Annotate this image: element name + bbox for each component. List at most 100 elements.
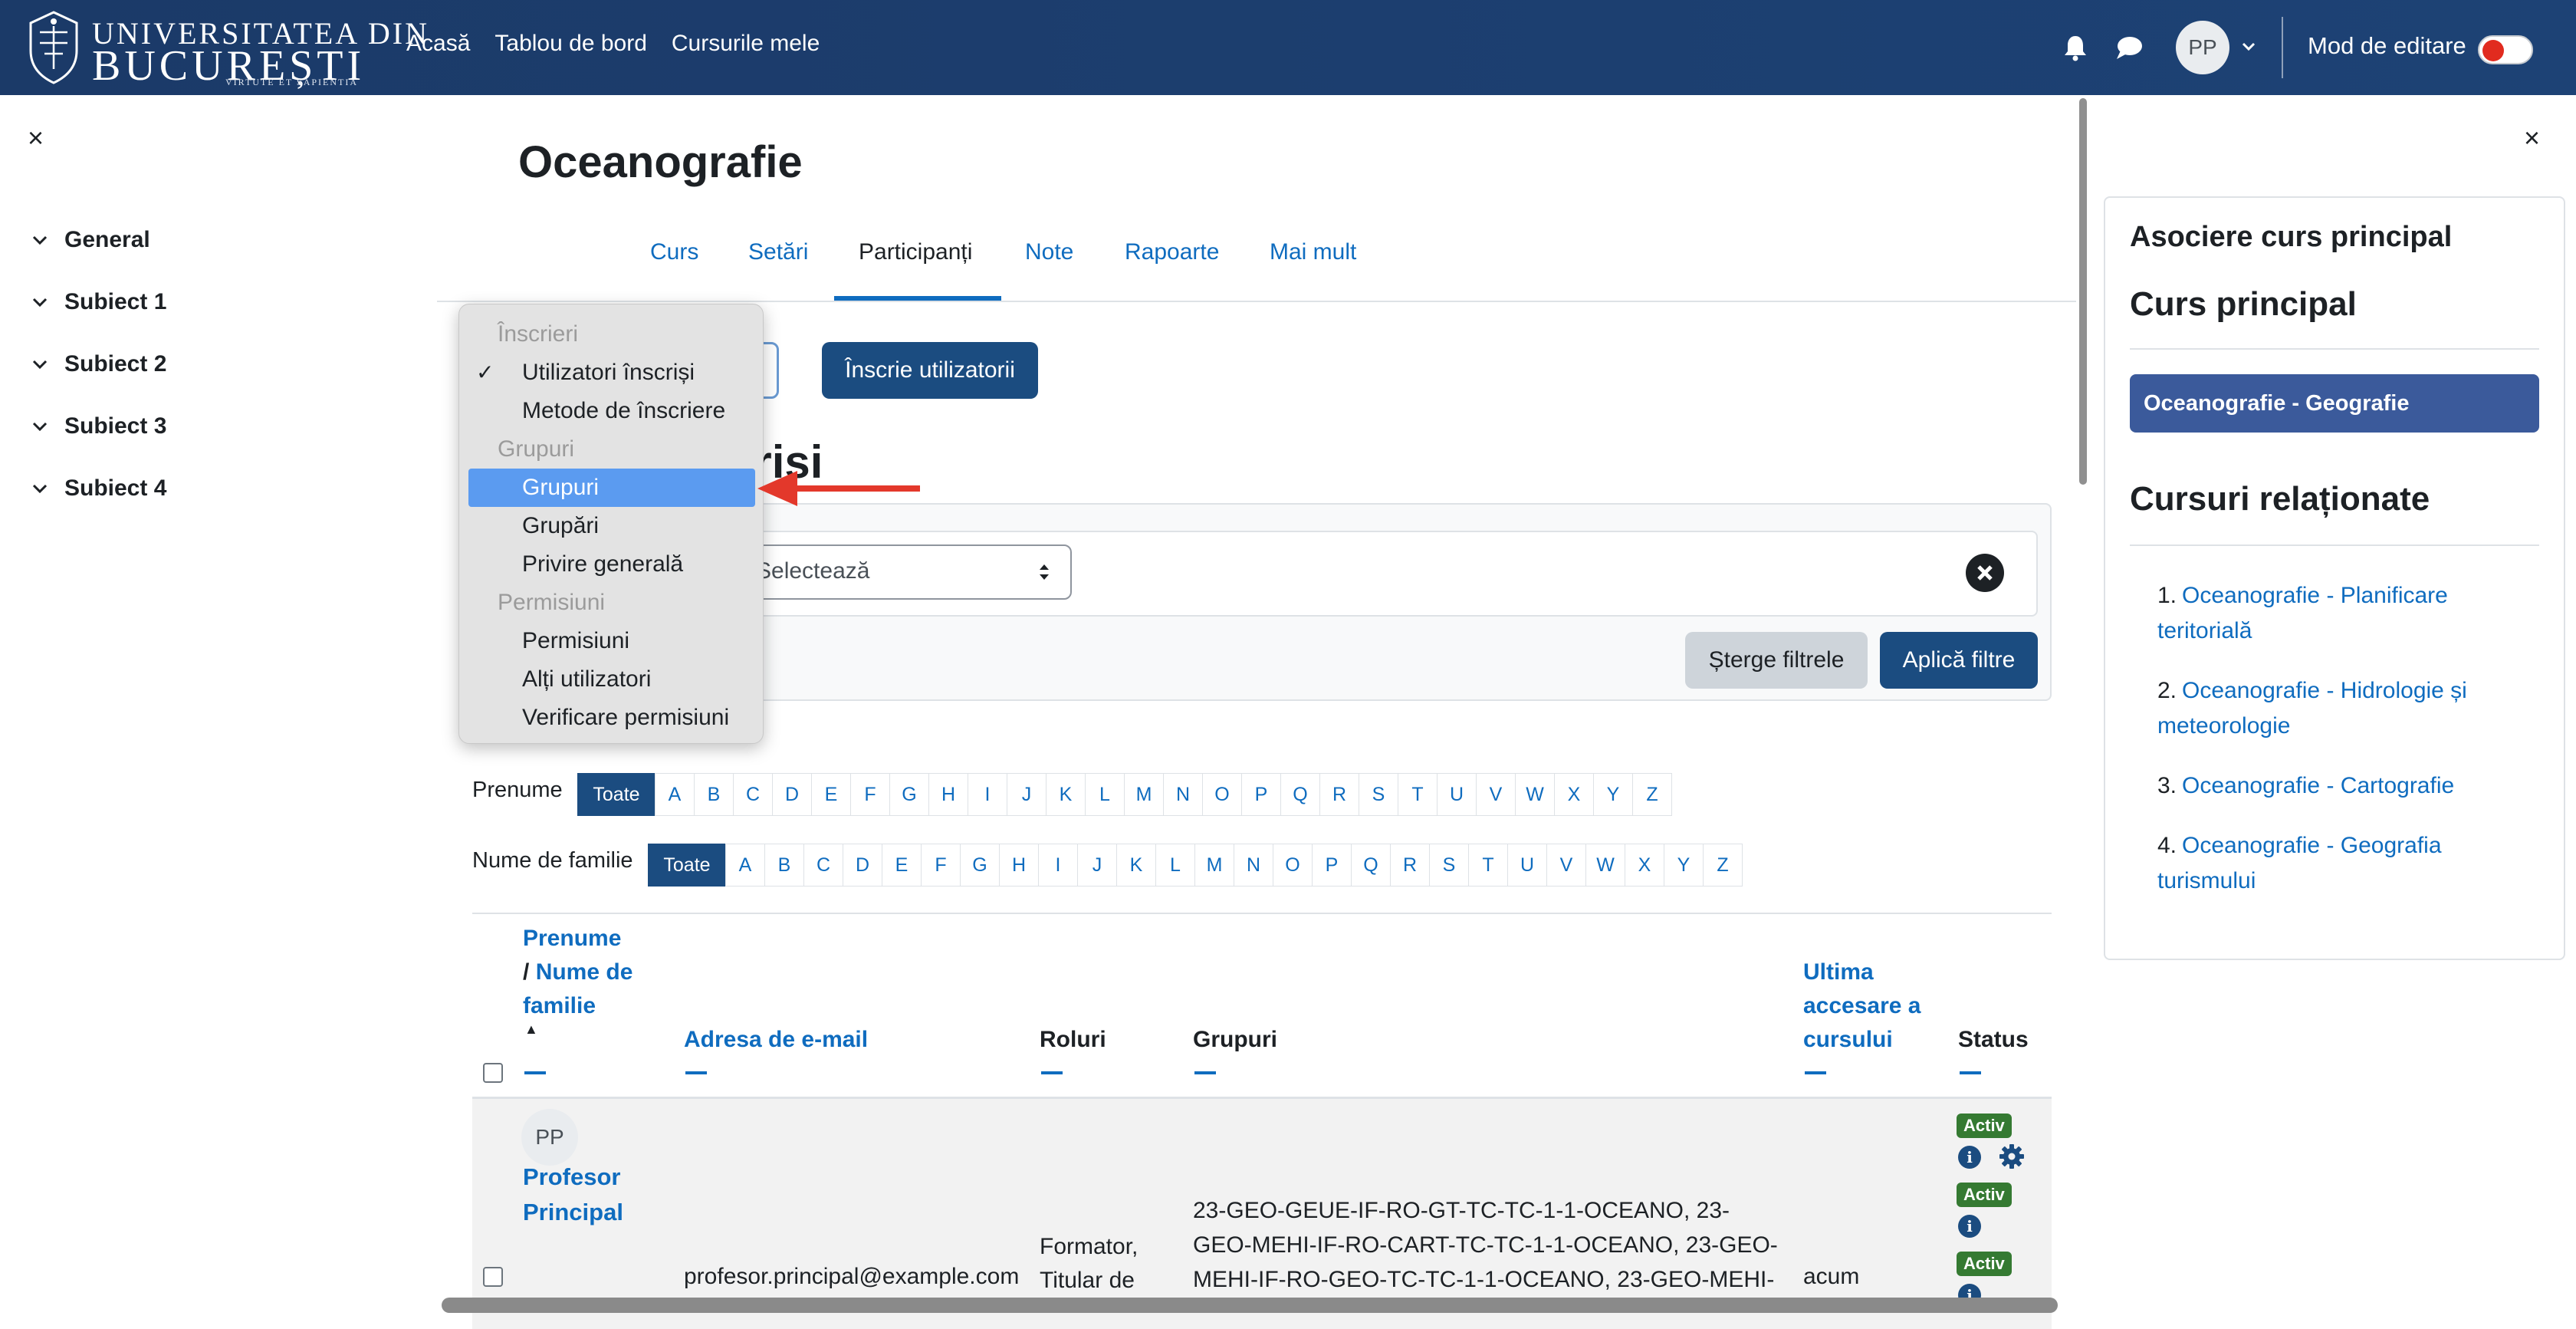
user-avatar[interactable]: PP [2176, 21, 2229, 74]
enrolment-info-icon[interactable]: i [1958, 1146, 1981, 1169]
initial-letter[interactable]: L [1085, 773, 1125, 816]
messages-chat-icon[interactable] [2114, 34, 2144, 61]
related-course-link[interactable]: Oceanografie - Hidrologie și meteorologi… [2157, 673, 2541, 744]
sort-email-link[interactable]: Adresa de e-mail [684, 1023, 868, 1057]
initial-letter[interactable]: A [655, 773, 695, 816]
enrol-users-button[interactable]: Înscrie utilizatorii [822, 342, 1038, 399]
course-index-section[interactable]: Subiect 1 [29, 271, 166, 333]
main-course-link[interactable]: Oceanografie - Geografie [2130, 374, 2539, 433]
initial-letter[interactable]: Y [1664, 844, 1704, 887]
initial-letter[interactable]: K [1116, 844, 1156, 887]
initial-letter[interactable]: Q [1280, 773, 1320, 816]
initial-letter[interactable]: D [843, 844, 882, 887]
gear-icon[interactable] [1998, 1143, 2026, 1170]
dropdown-option-other-users[interactable]: Alți utilizatori [459, 660, 764, 699]
dropdown-option-check-permissions[interactable]: Verificare permisiuni [459, 699, 764, 737]
initial-letter[interactable]: I [968, 773, 1007, 816]
initial-letter[interactable]: R [1319, 773, 1359, 816]
vertical-scrollbar[interactable] [2079, 98, 2087, 485]
tab-settings[interactable]: Setări [748, 239, 808, 265]
tab-grades[interactable]: Note [1025, 239, 1073, 265]
collapse-column-icon[interactable] [1960, 1071, 1981, 1074]
course-index-section[interactable]: Subiect 3 [29, 395, 166, 457]
collapse-column-icon[interactable] [1194, 1071, 1216, 1074]
close-course-index-button[interactable]: × [28, 124, 52, 152]
nav-link-home[interactable]: Acasă [406, 31, 470, 57]
initial-letter[interactable]: X [1554, 773, 1594, 816]
initial-letter[interactable]: M [1194, 844, 1234, 887]
initial-letter[interactable]: H [928, 773, 968, 816]
close-block-drawer-button[interactable]: × [2524, 124, 2548, 152]
participant-name-link[interactable]: Profesor Principal [523, 1160, 661, 1230]
initial-letter[interactable]: X [1625, 844, 1664, 887]
initial-letter[interactable]: K [1046, 773, 1086, 816]
tab-course[interactable]: Curs [650, 239, 698, 265]
initial-letter[interactable]: F [850, 773, 890, 816]
university-logo[interactable]: UNIVERSITATEA DIN BUCUREȘTI VIRTUTE ET S… [26, 9, 427, 90]
initial-letter[interactable]: N [1163, 773, 1203, 816]
initial-letter[interactable]: G [960, 844, 1000, 887]
collapse-column-icon[interactable] [685, 1071, 707, 1074]
initial-letter[interactable]: E [882, 844, 922, 887]
sort-first-name-link[interactable]: Prenume [523, 926, 621, 951]
initial-letter[interactable]: I [1038, 844, 1078, 887]
tab-participants[interactable]: Participanți [859, 239, 972, 265]
apply-filters-button[interactable]: Aplică filtre [1880, 632, 2038, 689]
initial-letter[interactable]: D [772, 773, 812, 816]
initial-letter[interactable]: N [1234, 844, 1273, 887]
related-course-link[interactable]: Oceanografie - Geografia turismului [2157, 828, 2541, 899]
initial-letter[interactable]: R [1390, 844, 1430, 887]
initial-letter[interactable]: Z [1703, 844, 1743, 887]
initial-letter[interactable]: E [811, 773, 851, 816]
initial-letter[interactable]: A [725, 844, 765, 887]
initial-letter[interactable]: S [1429, 844, 1469, 887]
initial-letter[interactable]: U [1507, 844, 1547, 887]
nav-link-my-courses[interactable]: Cursurile mele [672, 31, 820, 57]
tab-reports[interactable]: Rapoarte [1125, 239, 1219, 265]
dropdown-option-enrolment-methods[interactable]: Metode de înscriere [459, 392, 764, 430]
initial-letter[interactable]: W [1585, 844, 1625, 887]
initial-letter[interactable]: J [1007, 773, 1046, 816]
participant-roles[interactable]: Formator, Titular de [1040, 1230, 1147, 1298]
initial-letter[interactable]: B [764, 844, 804, 887]
initial-letter[interactable]: P [1241, 773, 1281, 816]
initial-letter[interactable]: C [733, 773, 773, 816]
row-select-checkbox[interactable] [483, 1267, 503, 1287]
initial-letter[interactable]: O [1273, 844, 1313, 887]
initial-letter[interactable]: O [1202, 773, 1242, 816]
initial-letter[interactable]: P [1312, 844, 1352, 887]
chevron-down-icon[interactable] [2239, 37, 2259, 57]
dropdown-option-groups[interactable]: Grupuri [468, 469, 755, 507]
initial-letter[interactable]: M [1124, 773, 1164, 816]
initial-letter[interactable]: H [999, 844, 1039, 887]
clear-filters-button[interactable]: Șterge filtrele [1685, 632, 1868, 689]
sort-last-access-link[interactable]: Ultima accesare a cursului [1803, 956, 1949, 1057]
initial-letter[interactable]: L [1155, 844, 1195, 887]
initial-letter[interactable]: C [803, 844, 843, 887]
collapse-column-icon[interactable] [524, 1071, 546, 1074]
edit-mode-toggle[interactable] [2478, 35, 2533, 64]
initial-letter[interactable]: T [1468, 844, 1508, 887]
initial-all[interactable]: Toate [648, 844, 726, 887]
notifications-bell-icon[interactable] [2062, 34, 2088, 61]
nav-link-dashboard[interactable]: Tablou de bord [495, 31, 647, 57]
initial-letter[interactable]: U [1437, 773, 1477, 816]
sort-last-name-link[interactable]: Nume de familie [523, 959, 632, 1018]
initial-letter[interactable]: W [1515, 773, 1555, 816]
initial-letter[interactable]: B [694, 773, 734, 816]
initial-letter[interactable]: Z [1632, 773, 1672, 816]
collapse-column-icon[interactable] [1805, 1071, 1826, 1074]
course-index-section[interactable]: Subiect 4 [29, 457, 166, 519]
initial-letter[interactable]: G [889, 773, 929, 816]
initial-all[interactable]: Toate [577, 773, 656, 816]
remove-filter-icon[interactable] [1966, 554, 2004, 592]
initial-letter[interactable]: F [921, 844, 961, 887]
related-course-link[interactable]: Oceanografie - Cartografie [2157, 768, 2541, 804]
course-index-section[interactable]: General [29, 209, 166, 271]
initial-letter[interactable]: V [1546, 844, 1586, 887]
tab-more[interactable]: Mai mult [1270, 239, 1356, 265]
initial-letter[interactable]: Y [1593, 773, 1633, 816]
horizontal-scrollbar[interactable] [442, 1298, 2058, 1313]
initial-letter[interactable]: J [1077, 844, 1117, 887]
participant-groups[interactable]: 23-GEO-GEUE-IF-RO-GT-TC-TC-1-1-OCEANO, 2… [1193, 1193, 1783, 1297]
